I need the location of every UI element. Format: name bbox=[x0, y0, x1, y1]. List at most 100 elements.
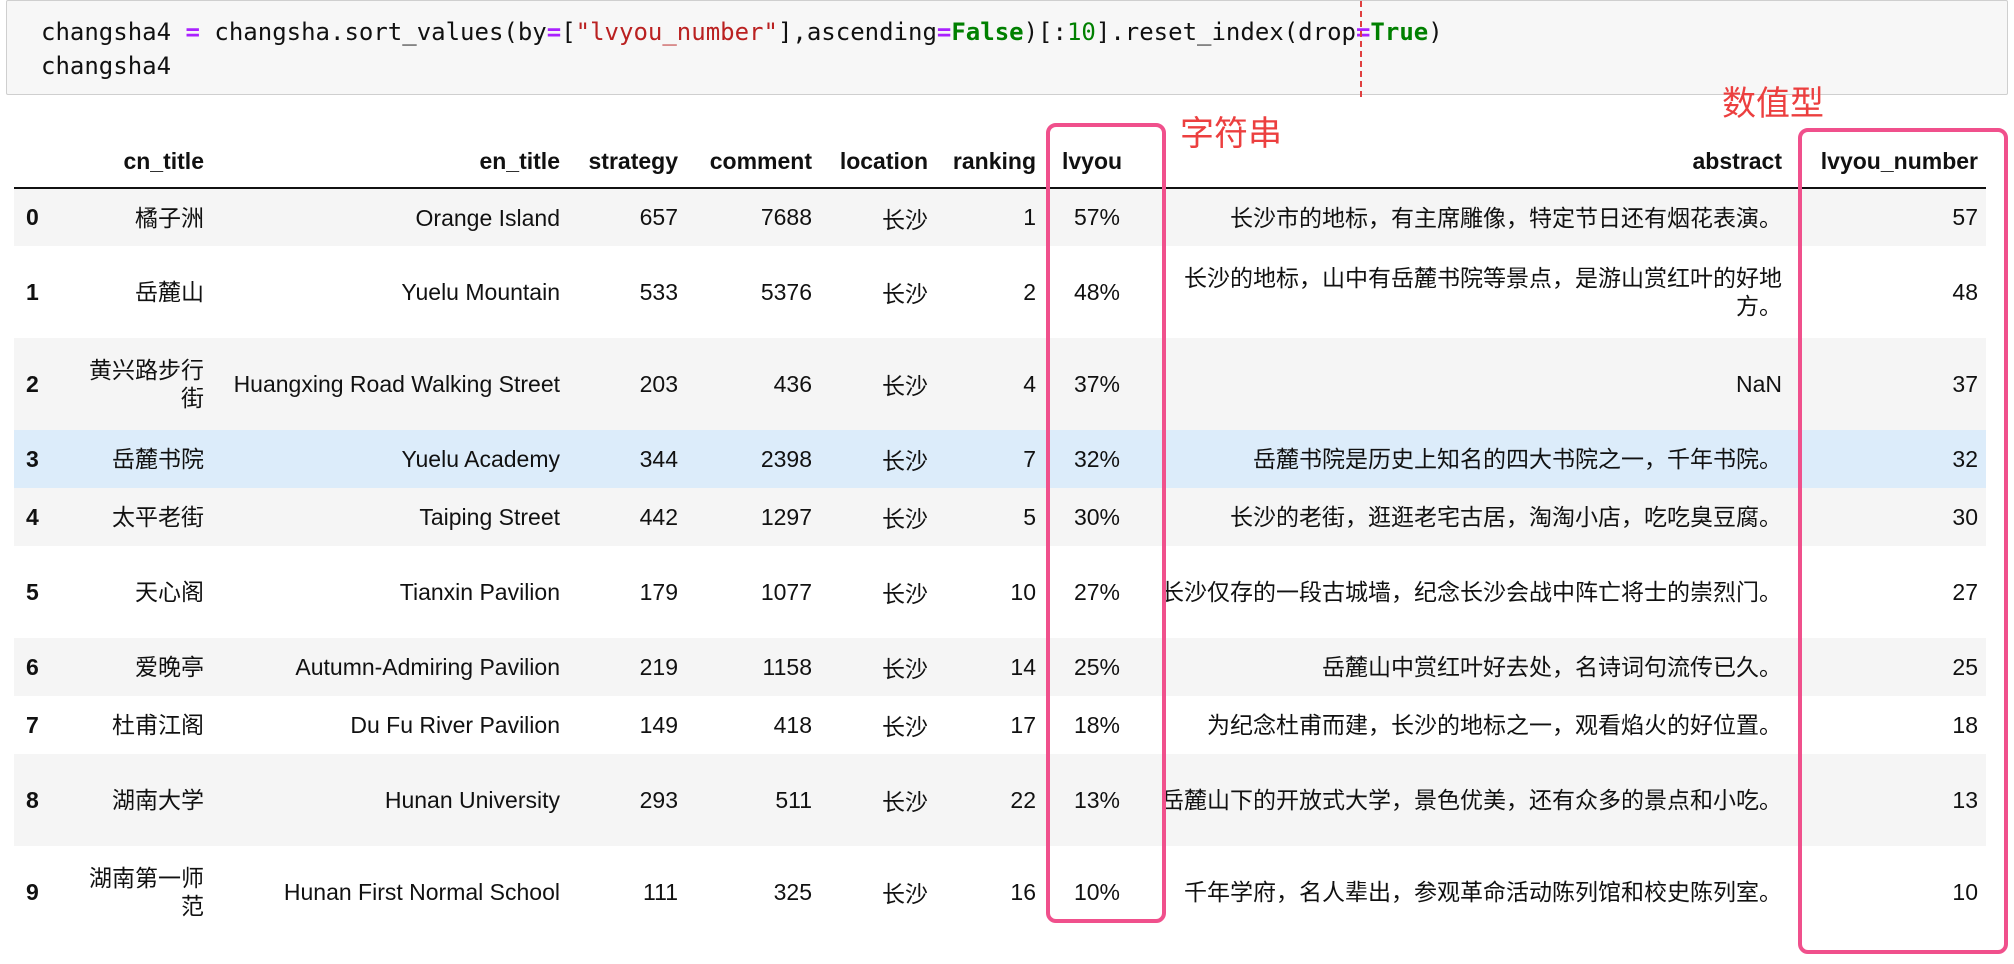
cell-strategy: 533 bbox=[639, 278, 678, 305]
cell-location: 长沙 bbox=[882, 281, 928, 307]
cell-strategy: 344 bbox=[639, 445, 678, 472]
code-token-operator: = bbox=[185, 18, 200, 46]
row-index: 2 bbox=[26, 370, 39, 397]
code-token-call: ) bbox=[1428, 18, 1443, 46]
cell-comment: 2398 bbox=[760, 445, 812, 472]
cell-ranking: 17 bbox=[1010, 711, 1036, 738]
row-index: 5 bbox=[26, 578, 39, 605]
cell-cn-title: 黄兴路步行街 bbox=[89, 357, 204, 411]
code-cell[interactable]: changsha4 = changsha.sort_values(by=["lv… bbox=[6, 0, 2008, 97]
cell-en-title: Yuelu Academy bbox=[401, 446, 560, 472]
row-index: 3 bbox=[26, 445, 39, 472]
lvyou-column-highlight-box bbox=[1046, 123, 1166, 923]
code-editor[interactable]: changsha4 = changsha.sort_values(by=["lv… bbox=[41, 15, 1443, 83]
cell-cn-title: 太平老街 bbox=[112, 504, 204, 530]
ruler-line bbox=[1360, 1, 1362, 97]
header-en-title[interactable]: en_title bbox=[212, 126, 568, 189]
table-row[interactable]: 4 太平老街 Taiping Street 442 1297 长沙 5 30% … bbox=[14, 488, 1986, 546]
cell-en-title: Orange Island bbox=[415, 204, 560, 231]
cell-comment: 1297 bbox=[760, 503, 812, 530]
code-token-variable: changsha4 bbox=[41, 18, 172, 46]
table-row[interactable]: 2 黄兴路步行街 Huangxing Road Walking Street 2… bbox=[14, 338, 1986, 430]
cell-ranking: 16 bbox=[1010, 878, 1036, 905]
cell-abstract: 岳麓山中赏红叶好去处，名诗词句流传已久。 bbox=[1322, 654, 1782, 680]
string-type-annotation: 字符串 bbox=[1180, 114, 1282, 154]
cell-comment: 418 bbox=[773, 711, 812, 738]
cell-location: 长沙 bbox=[882, 506, 928, 532]
cell-comment: 5376 bbox=[760, 278, 812, 305]
code-token-operator: = bbox=[546, 18, 562, 46]
cell-cn-title: 天心阁 bbox=[135, 579, 204, 605]
table-row[interactable]: 0 橘子洲 Orange Island 657 7688 长沙 1 57% 长沙… bbox=[14, 188, 1986, 246]
cell-location: 长沙 bbox=[882, 373, 928, 399]
code-token-keyword: False bbox=[951, 18, 1024, 46]
cell-en-title: Tianxin Pavilion bbox=[399, 579, 560, 605]
table-row[interactable]: 8 湖南大学 Hunan University 293 511 长沙 22 13… bbox=[14, 754, 1986, 846]
code-token-operator: = bbox=[1355, 18, 1371, 46]
table-row-hovered[interactable]: 3 岳麓书院 Yuelu Academy 344 2398 长沙 7 32% 岳… bbox=[14, 430, 1986, 488]
cell-ranking: 10 bbox=[1010, 578, 1036, 605]
table-header-row: cn_title en_title strategy comment locat… bbox=[14, 126, 1986, 189]
code-line-1: changsha4 = changsha.sort_values(by=["lv… bbox=[41, 18, 1443, 46]
header-strategy[interactable]: strategy bbox=[568, 126, 686, 189]
cell-cn-title: 橘子洲 bbox=[135, 204, 204, 231]
cell-location: 长沙 bbox=[882, 448, 928, 474]
cell-en-title: Yuelu Mountain bbox=[401, 279, 560, 305]
cell-cn-title: 湖南大学 bbox=[112, 787, 204, 813]
cell-strategy: 442 bbox=[639, 503, 678, 530]
cell-comment: 436 bbox=[773, 370, 812, 397]
cell-ranking: 1 bbox=[1023, 204, 1036, 230]
cell-en-title: Hunan University bbox=[384, 787, 560, 813]
cell-strategy: 111 bbox=[643, 878, 678, 905]
cell-abstract: 岳麓书院是历史上知名的四大书院之一，千年书院。 bbox=[1253, 446, 1782, 472]
header-index bbox=[14, 126, 62, 189]
cell-ranking: 7 bbox=[1023, 445, 1036, 472]
cell-ranking: 5 bbox=[1023, 503, 1036, 530]
cell-strategy: 657 bbox=[639, 204, 678, 230]
code-token-call: changsha.sort_values(by bbox=[214, 18, 547, 46]
cell-comment: 7688 bbox=[760, 204, 812, 230]
cell-abstract: 长沙的地标，山中有岳麓书院等景点，是游山赏红叶的好地方。 bbox=[1184, 265, 1782, 319]
cell-location: 长沙 bbox=[882, 656, 928, 682]
cell-comment: 1077 bbox=[760, 578, 812, 605]
cell-cn-title: 岳麓山 bbox=[135, 279, 204, 305]
cell-en-title: Hunan First Normal School bbox=[283, 879, 560, 905]
cell-en-title: Taiping Street bbox=[419, 504, 560, 530]
cell-comment: 511 bbox=[775, 786, 812, 813]
cell-strategy: 179 bbox=[639, 578, 678, 605]
cell-cn-title: 湖南第一师范 bbox=[89, 865, 204, 919]
code-token-string: "lvyou_number" bbox=[575, 18, 778, 46]
cell-cn-title: 岳麓书院 bbox=[112, 446, 204, 472]
table-row[interactable]: 7 杜甫江阁 Du Fu River Pavilion 149 418 长沙 1… bbox=[14, 696, 1986, 754]
cell-en-title: Du Fu River Pavilion bbox=[350, 712, 560, 738]
row-index: 4 bbox=[26, 503, 39, 530]
cell-ranking: 2 bbox=[1023, 278, 1036, 305]
cell-location: 长沙 bbox=[882, 881, 928, 907]
header-cn-title[interactable]: cn_title bbox=[62, 126, 212, 189]
cell-location: 长沙 bbox=[882, 206, 928, 233]
row-index: 8 bbox=[26, 786, 39, 813]
cell-abstract: 长沙的老街，逛逛老宅古居，淘淘小店，吃吃臭豆腐。 bbox=[1230, 504, 1782, 530]
cell-abstract: 长沙仅存的一段古城墙，纪念长沙会战中阵亡将士的崇烈门。 bbox=[1161, 579, 1782, 605]
cell-ranking: 14 bbox=[1010, 653, 1036, 680]
header-location[interactable]: location bbox=[820, 126, 936, 189]
header-comment[interactable]: comment bbox=[686, 126, 820, 189]
cell-strategy: 149 bbox=[639, 711, 678, 738]
code-token-call: )[: bbox=[1023, 18, 1067, 46]
cell-en-title: Autumn-Admiring Pavilion bbox=[295, 654, 560, 680]
cell-abstract: 为纪念杜甫而建，长沙的地标之一，观看焰火的好位置。 bbox=[1207, 712, 1782, 738]
cell-abstract: 长沙市的地标，有主席雕像，特定节日还有烟花表演。 bbox=[1230, 204, 1782, 231]
table-row[interactable]: 1 岳麓山 Yuelu Mountain 533 5376 长沙 2 48% 长… bbox=[14, 246, 1986, 338]
code-token-call: ],ascending bbox=[777, 18, 937, 46]
cell-abstract: 千年学府，名人辈出，参观革命活动陈列馆和校史陈列室。 bbox=[1184, 879, 1782, 905]
table-row[interactable]: 5 天心阁 Tianxin Pavilion 179 1077 长沙 10 27… bbox=[14, 546, 1986, 638]
header-ranking[interactable]: ranking bbox=[936, 126, 1044, 189]
code-token-call: ].reset_index(drop bbox=[1095, 18, 1356, 46]
row-index: 6 bbox=[26, 653, 39, 680]
cell-comment: 325 bbox=[773, 878, 812, 905]
table-row[interactable]: 9 湖南第一师范 Hunan First Normal School 111 3… bbox=[14, 846, 1986, 938]
row-index: 0 bbox=[26, 204, 39, 230]
table-row[interactable]: 6 爱晚亭 Autumn-Admiring Pavilion 219 1158 … bbox=[14, 638, 1986, 696]
code-line-2: changsha4 bbox=[41, 52, 172, 80]
dataframe-output-table: cn_title en_title strategy comment locat… bbox=[14, 126, 1986, 938]
